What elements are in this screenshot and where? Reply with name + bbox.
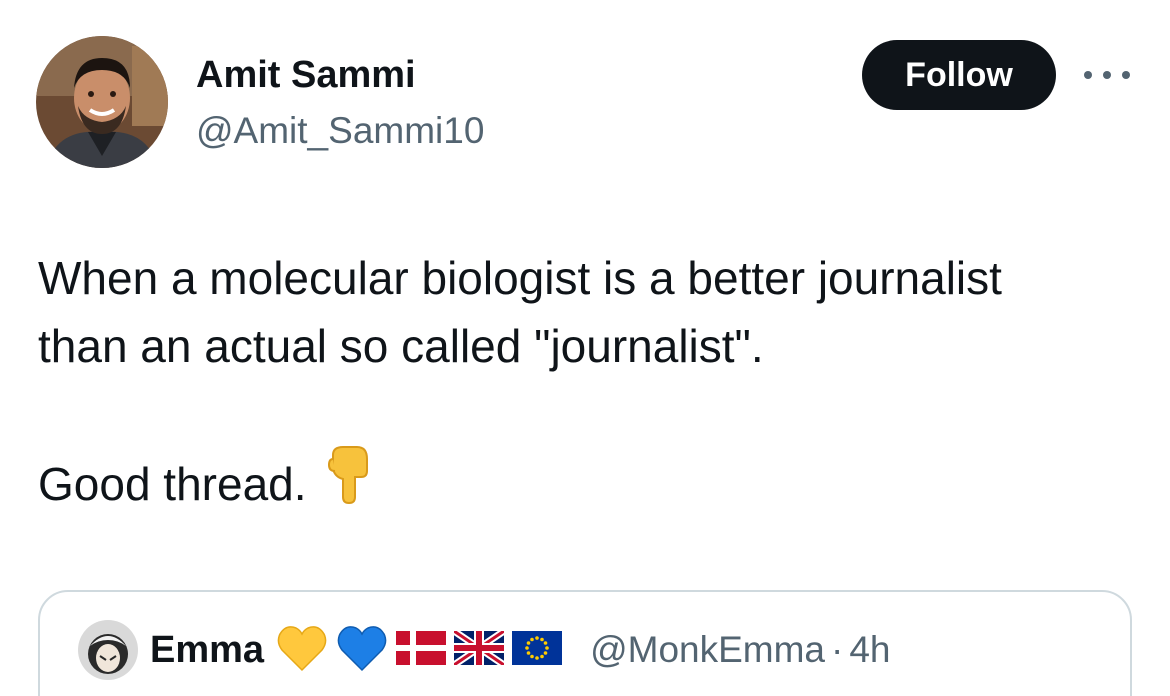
tweet-text-line: When a molecular biologist is a better j…: [38, 252, 1002, 304]
backhand-index-pointing-down-icon: [327, 445, 371, 523]
author-display-name[interactable]: Amit Sammi: [196, 52, 416, 98]
follow-button[interactable]: Follow: [862, 40, 1056, 110]
denmark-flag-icon: [396, 630, 447, 670]
quoted-author-display-name[interactable]: Emma: [150, 629, 264, 672]
tweet-text-line: than an actual so called "journalist".: [38, 320, 764, 372]
more-dot: [1084, 71, 1092, 79]
tweet: Amit Sammi @Amit_Sammi10 Follow When a m…: [0, 0, 1170, 696]
yellow-heart-icon: [276, 624, 328, 677]
more-dots-icon[interactable]: [1084, 64, 1130, 86]
author-handle[interactable]: @Amit_Sammi10: [196, 108, 484, 154]
author-avatar[interactable]: [36, 36, 168, 168]
more-dot: [1122, 71, 1130, 79]
tweet-text-line: Good thread.: [38, 445, 1138, 523]
uk-flag-icon: [452, 627, 507, 670]
more-dot: [1103, 71, 1111, 79]
eu-flag-icon: [512, 630, 563, 670]
quoted-author-handle[interactable]: @MonkEmma: [590, 629, 825, 671]
quoted-tweet-header: Emma @MonkEmma · 4h: [78, 620, 890, 680]
quoted-author-avatar[interactable]: [78, 620, 138, 680]
tweet-text: When a molecular biologist is a better j…: [38, 244, 1138, 523]
tweet-text-good-thread: Good thread.: [38, 458, 307, 510]
quoted-timestamp[interactable]: 4h: [849, 629, 890, 671]
blue-heart-icon: [336, 624, 388, 677]
quoted-separator: ·: [831, 629, 844, 670]
quoted-tweet-card[interactable]: Emma @MonkEmma · 4h: [38, 590, 1132, 696]
